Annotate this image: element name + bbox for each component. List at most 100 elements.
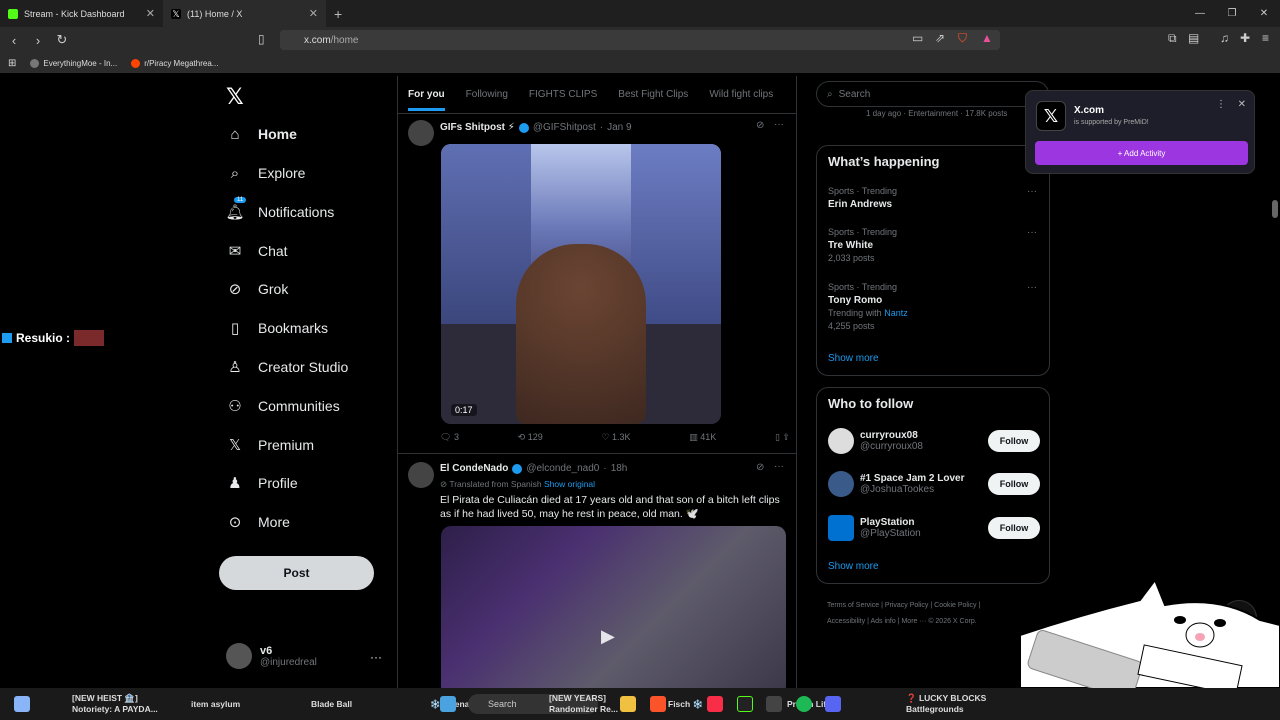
brave-icon[interactable] [650,696,666,712]
footer-link[interactable]: Accessibility [827,618,865,625]
show-more-link[interactable]: Show more [828,353,879,364]
follow-button[interactable]: Follow [988,430,1040,452]
nav-creator-studio[interactable]: ♙ Creator Studio [226,358,348,376]
tab-best-fight-clips[interactable]: Best Fight Clips [618,89,688,100]
reply-button[interactable]: 🗨︎ 3 [440,432,459,443]
nav-chat[interactable]: ✉ Chat [226,242,288,260]
trending-with-link[interactable]: Nantz [884,308,908,318]
post-button[interactable]: Post [219,556,374,590]
steam-icon[interactable] [766,696,782,712]
taskbar-game[interactable]: Blade Ball [311,688,352,720]
show-original-link[interactable]: Show original [544,479,595,489]
maximize-icon[interactable]: ❐ [1216,0,1248,27]
tab-close-icon[interactable]: ✕ [309,7,318,20]
kick-app-icon[interactable] [737,696,753,712]
trend-more-icon[interactable]: ··· [1027,282,1037,293]
news-snippet[interactable]: 1 day ago · Entertainment · 17.8K posts [866,109,1007,118]
music-app-icon[interactable] [707,696,723,712]
tab-fights-clips[interactable]: FIGHTS CLIPS [529,89,597,100]
nav-notifications[interactable]: 🔔︎ 11 Notifications [225,197,334,221]
popup-close-icon[interactable]: ✕ [1238,99,1246,110]
views-button[interactable]: ▥ 41K [689,432,716,443]
start-icon[interactable] [14,696,30,712]
new-tab-icon[interactable]: + [334,6,342,22]
footer-link[interactable]: Privacy Policy [885,602,929,609]
sidebar-toggle-icon[interactable]: ▤ [1188,31,1199,45]
taskbar-game[interactable]: ❓ LUCKY BLOCKS Battlegrounds [906,688,986,720]
bookmark-button[interactable]: ▯ ⇪ [775,432,790,443]
apps-grid-icon[interactable]: ⊞ [8,58,16,69]
tab-wild-fight-clips[interactable]: Wild fight clips [709,89,773,100]
file-explorer-icon[interactable] [620,696,636,712]
reload-icon[interactable]: ↻ [52,32,72,48]
play-icon[interactable]: ▶ [601,626,627,652]
account-switcher[interactable]: v6 @injuredreal [226,643,317,669]
like-button[interactable]: ♡ 1.3K [601,432,630,443]
extensions-icon[interactable]: ⧉ [1168,31,1177,46]
taskbar-game[interactable]: [NEW HEIST 🏦] Notoriety: A PAYDA... [72,688,158,720]
trend-item[interactable]: Sports · Trending Tre White 2,033 posts [828,226,897,265]
windows-start-icon[interactable] [440,696,456,712]
footer-link[interactable]: Terms of Service [827,602,879,609]
forward-icon[interactable]: › [28,33,48,48]
x-logo-icon[interactable]: 𝕏 [226,84,244,110]
spotify-icon[interactable] [796,696,812,712]
tweet-author[interactable]: GIFs Shitpost ⚡ [440,122,515,133]
nav-premium[interactable]: 𝕏 Premium [226,436,314,454]
close-window-icon[interactable]: ✕ [1248,0,1280,27]
tweet[interactable]: El CondeNado @elconde_nad0 · 18h ⊘ ··· ⊘… [398,454,796,688]
footer-link[interactable]: Ads info [870,618,895,625]
music-icon[interactable]: ♫ [1220,31,1229,45]
repost-button[interactable]: ⟲ 129 [518,432,543,443]
nav-grok[interactable]: ⊘ Grok [226,280,289,298]
tweet-video[interactable]: 0:17 [441,144,721,424]
tweet-author[interactable]: El CondeNado [440,463,508,474]
trend-item[interactable]: Sports · Trending Erin Andrews [828,185,897,211]
bookmark-piracy-megathread[interactable]: r/Piracy Megathrea... [131,58,218,68]
footer-link[interactable]: More ··· [901,618,926,625]
follow-suggestion[interactable]: PlayStation @PlayStation Follow [828,515,1040,541]
footer-link[interactable]: Cookie Policy [934,602,976,609]
minimize-icon[interactable]: — [1184,0,1216,27]
tab-following[interactable]: Following [466,89,508,100]
grok-analyze-icon[interactable]: ⊘ [756,462,764,473]
more-icon[interactable]: ··· [774,461,784,472]
share-icon[interactable]: ⇗ [935,31,945,45]
tab-close-icon[interactable]: ✕ [146,7,155,20]
tweet-time[interactable]: Jan 9 [607,122,631,133]
menu-icon[interactable]: ≡ [1262,31,1269,45]
brave-rewards-icon[interactable]: ▲ [981,31,993,45]
popup-menu-icon[interactable]: ⋮ [1216,99,1226,110]
url-field[interactable]: x.com/home [280,30,1000,50]
show-more-link[interactable]: Show more [828,561,879,572]
bookmark-page-icon[interactable]: ▯ [258,32,265,46]
grok-analyze-icon[interactable]: ⊘ [756,120,764,131]
follow-suggestion[interactable]: curryroux08 @curryroux08 Follow [828,428,1040,454]
add-activity-button[interactable]: + Add Activity [1035,141,1248,165]
trend-item[interactable]: Sports · Trending Tony Romo Trending wit… [828,281,908,333]
tweet-handle[interactable]: @elconde_nad0 [526,463,599,474]
trend-more-icon[interactable]: ··· [1027,186,1037,197]
follow-button[interactable]: Follow [988,473,1040,495]
tab-x-home[interactable]: 𝕏 (11) Home / X ✕ [163,0,326,27]
nav-bookmarks[interactable]: ▯ Bookmarks [226,319,328,337]
nav-profile[interactable]: ♟ Profile [226,474,297,492]
nav-communities[interactable]: ⚇ Communities [226,397,339,415]
nav-home[interactable]: ⌂ Home [226,125,296,143]
trend-more-icon[interactable]: ··· [1027,227,1037,238]
discord-icon[interactable] [825,696,841,712]
bookmark-everythingmoe[interactable]: EverythingMoe - In... [30,58,117,68]
nav-explore[interactable]: ⌕ Explore [226,164,306,182]
tweet-avatar[interactable] [408,120,434,146]
tweet[interactable]: GIFs Shitpost ⚡ @GIFShitpost · Jan 9 ⊘ ·… [398,114,796,454]
taskbar-game[interactable]: Fisch ❄️ [668,688,703,720]
tweet-avatar[interactable] [408,462,434,488]
follow-suggestion[interactable]: #1 Space Jam 2 Lover @JoshuaTookes Follow [828,471,1040,497]
taskbar-game[interactable]: [NEW YEARS] Randomizer Re... [549,688,618,720]
brave-shield-icon[interactable]: ⛉ [958,31,967,46]
tab-for-you[interactable]: For you [408,89,445,111]
follow-button[interactable]: Follow [988,517,1040,539]
tweet-video[interactable]: ▶ [441,526,786,688]
back-icon[interactable]: ‹ [4,33,24,48]
puzzle-icon[interactable]: ✚ [1240,31,1250,45]
